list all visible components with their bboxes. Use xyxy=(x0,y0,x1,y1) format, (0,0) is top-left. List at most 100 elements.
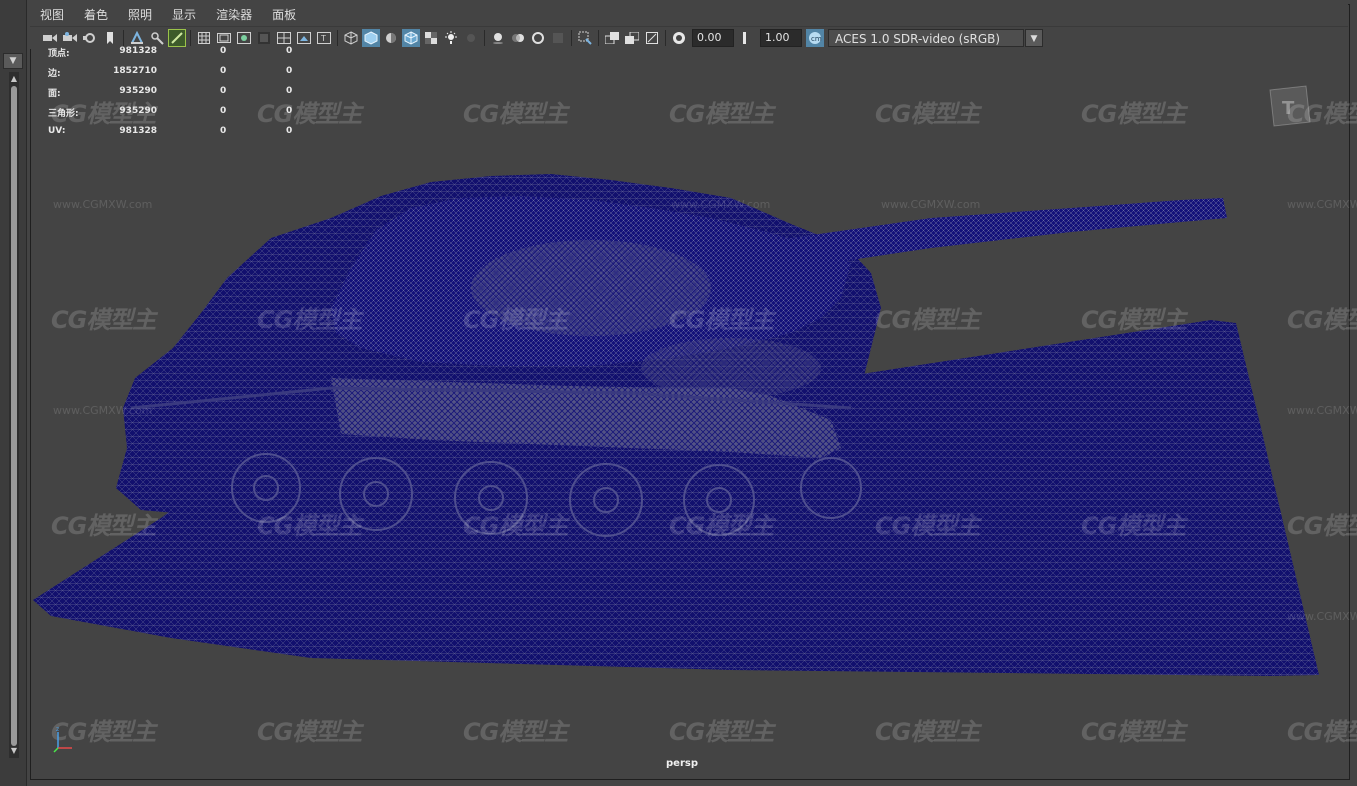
camera-name-label: persp xyxy=(660,758,704,769)
wireframe-icon[interactable] xyxy=(342,29,360,47)
gamma-icon[interactable] xyxy=(670,29,688,47)
watermark-url: www.CGMXW.com xyxy=(1287,610,1357,623)
hud-label: 面: xyxy=(48,86,61,99)
watermark: CG模型主 xyxy=(1287,506,1357,541)
watermark: CG模型主 xyxy=(1287,712,1357,747)
watermark-url: www.CGMXW.com xyxy=(881,198,980,211)
hud-value: 0 xyxy=(220,46,226,56)
hud-value: 0 xyxy=(286,86,292,96)
hud-value: 935290 xyxy=(119,86,157,96)
use-default-material-icon[interactable] xyxy=(382,29,400,47)
panel-menu-dropdown-icon[interactable]: ▼ xyxy=(3,53,23,69)
watermark-badge-icon: T xyxy=(1266,82,1316,132)
hud-value: 935290 xyxy=(119,106,157,116)
watermark: CG模型主 xyxy=(875,94,979,129)
menu-show[interactable]: 显示 xyxy=(162,4,206,26)
menu-renderer[interactable]: 渲染器 xyxy=(206,4,262,26)
hud-row-uvs: UV: 981328 0 0 xyxy=(48,126,308,140)
watermark: CG模型主 xyxy=(875,712,979,747)
scrollbar-thumb[interactable] xyxy=(11,86,17,746)
xray-icon[interactable] xyxy=(422,29,440,47)
wireframe-mesh xyxy=(31,48,1347,777)
watermark: CG模型主 xyxy=(51,506,155,541)
watermark: CG模型主 xyxy=(875,300,979,335)
xray-joints-icon[interactable] xyxy=(603,29,621,47)
hud-label: UV: xyxy=(48,126,65,136)
smooth-shade-icon[interactable] xyxy=(362,29,380,47)
panel-menu-bar: 视图 着色 照明 显示 渲染器 面板 xyxy=(30,4,1348,26)
svg-text:cm: cm xyxy=(811,35,822,43)
perspective-viewport[interactable]: CG模型主 CG模型主 CG模型主 CG模型主 CG模型主 CG模型主 CG模型… xyxy=(31,48,1347,777)
safe-title-icon[interactable]: T xyxy=(315,29,333,47)
hud-value: 981328 xyxy=(119,126,157,136)
use-all-lights-icon[interactable] xyxy=(442,29,460,47)
watermark: CG模型主 xyxy=(669,94,773,129)
scroll-up-icon[interactable]: ▲ xyxy=(8,74,20,84)
left-scroll-strip: ▼ ▲ ▼ xyxy=(0,0,27,786)
hud-row-triangles: 三角形: 935290 0 0 xyxy=(48,106,308,120)
hud-row-faces: 面: 935290 0 0 xyxy=(48,86,308,100)
hud-label: 顶点: xyxy=(48,46,70,59)
svg-text:T: T xyxy=(1282,98,1295,119)
hud-label: 边: xyxy=(48,66,61,79)
screen-space-ambient-occlusion-icon[interactable] xyxy=(489,29,507,47)
menu-lighting[interactable]: 照明 xyxy=(118,4,162,26)
watermark: CG模型主 xyxy=(51,300,155,335)
axis-gizmo: z xyxy=(52,726,82,754)
watermark: CG模型主 xyxy=(257,300,361,335)
gamma-input[interactable]: 0.00 xyxy=(692,29,734,47)
exposure-icon[interactable] xyxy=(738,29,756,47)
menu-view[interactable]: 视图 xyxy=(30,4,74,26)
menu-panels[interactable]: 面板 xyxy=(262,4,306,26)
watermark: CG模型主 xyxy=(875,506,979,541)
watermark: CG模型主 xyxy=(669,712,773,747)
hud-row-edges: 边: 1852710 0 0 xyxy=(48,66,308,80)
hud-value: 1852710 xyxy=(113,66,157,76)
xray-active-components-icon[interactable] xyxy=(623,29,641,47)
depth-of-field-icon[interactable] xyxy=(549,29,567,47)
hud-value: 0 xyxy=(286,106,292,116)
watermark: CG模型主 xyxy=(1287,300,1357,335)
watermark: CG模型主 xyxy=(463,712,567,747)
color-space-select[interactable]: ACES 1.0 SDR-video (sRGB) xyxy=(828,29,1024,47)
watermark-url: www.CGMXW.com xyxy=(671,198,770,211)
hud-value: 0 xyxy=(286,66,292,76)
hud-value: 0 xyxy=(220,106,226,116)
watermark: CG模型主 xyxy=(1081,300,1185,335)
poly-count-hud: 顶点: 981328 0 0 边: 1852710 0 0 面: 935290 … xyxy=(48,44,308,144)
hud-value: 0 xyxy=(220,86,226,96)
watermark: CG模型主 xyxy=(257,506,361,541)
anti-aliasing-icon[interactable] xyxy=(529,29,547,47)
svg-text:z: z xyxy=(56,726,59,733)
hud-value: 981328 xyxy=(119,46,157,56)
watermark-url: www.CGMXW.com xyxy=(53,404,152,417)
shadows-icon[interactable] xyxy=(462,29,480,47)
watermark: CG模型主 xyxy=(257,712,361,747)
menu-shading[interactable]: 着色 xyxy=(74,4,118,26)
hull-highlight-mesh xyxy=(641,338,821,398)
exposure-input[interactable]: 1.00 xyxy=(760,29,802,47)
hud-label: 三角形: xyxy=(48,106,79,119)
watermark-url: www.CGMXW.com xyxy=(53,198,152,211)
watermark: CG模型主 xyxy=(1081,712,1185,747)
watermark: CG模型主 xyxy=(669,300,773,335)
backface-culling-icon[interactable] xyxy=(643,29,661,47)
isolate-select-icon[interactable] xyxy=(576,29,594,47)
watermark: CG模型主 xyxy=(463,300,567,335)
motion-blur-icon[interactable] xyxy=(509,29,527,47)
hud-value: 0 xyxy=(286,126,292,136)
watermark: CG模型主 xyxy=(669,506,773,541)
watermark: CG模型主 xyxy=(463,94,567,129)
hud-value: 0 xyxy=(220,66,226,76)
color-management-icon[interactable]: cm xyxy=(806,29,824,47)
svg-text:T: T xyxy=(320,34,326,43)
watermark: CG模型主 xyxy=(1081,506,1185,541)
wireframe-on-shaded-icon[interactable] xyxy=(402,29,420,47)
hud-value: 0 xyxy=(286,46,292,56)
scroll-down-icon[interactable]: ▼ xyxy=(8,746,20,756)
hud-row-vertices: 顶点: 981328 0 0 xyxy=(48,46,308,60)
watermark: CG模型主 xyxy=(463,506,567,541)
watermark-url: www.CGMXW.com xyxy=(1287,404,1357,417)
hud-value: 0 xyxy=(220,126,226,136)
color-space-dropdown-icon[interactable]: ▼ xyxy=(1025,29,1043,47)
